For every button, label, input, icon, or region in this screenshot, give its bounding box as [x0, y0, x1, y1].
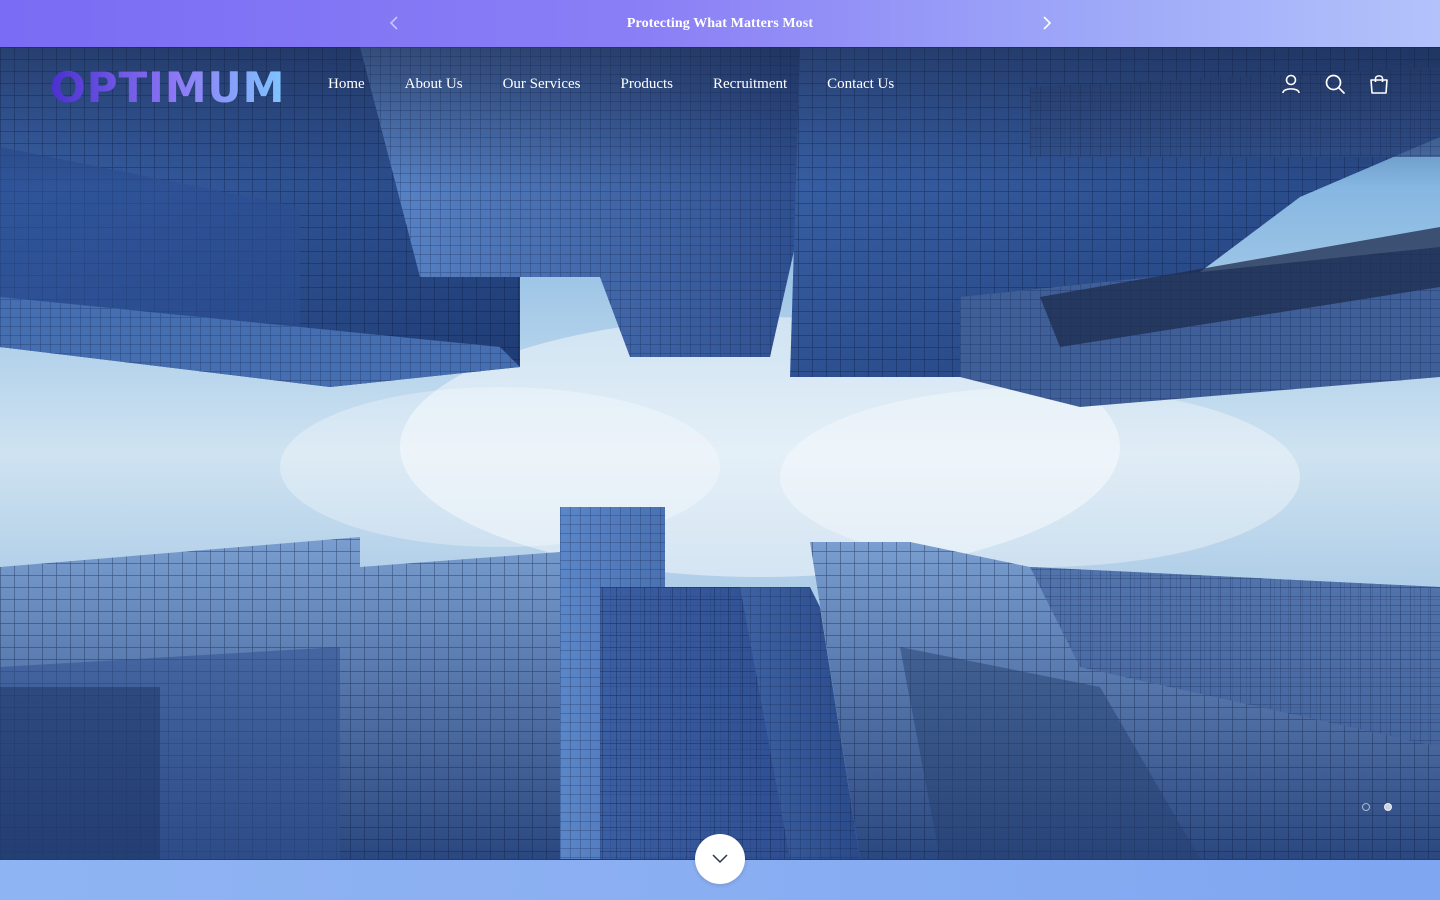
main-navigation: Home About Us Our Services Products Recr…: [328, 74, 894, 94]
optimum-logo[interactable]: OPTIMUM: [50, 64, 290, 108]
scroll-down-button[interactable]: [695, 834, 745, 884]
slide-dot-1[interactable]: [1362, 803, 1370, 811]
hero-image-skyscrapers: [0, 47, 1440, 859]
cart-bag-icon[interactable]: [1367, 72, 1391, 96]
nav-home[interactable]: Home: [328, 74, 365, 94]
chevron-right-icon[interactable]: [1036, 12, 1058, 34]
nav-contact-us[interactable]: Contact Us: [827, 74, 894, 94]
hero-slideshow: OPTIMUM: [0, 47, 1440, 859]
chevron-down-icon: [712, 854, 728, 864]
nav-products[interactable]: Products: [621, 74, 674, 94]
nav-our-services[interactable]: Our Services: [503, 74, 581, 94]
chevron-left-icon[interactable]: [383, 12, 405, 34]
logo-text: OPTIMUM: [50, 64, 285, 108]
announcement-message[interactable]: Protecting What Matters Most: [627, 16, 813, 32]
header-icons: [1279, 72, 1391, 96]
account-icon[interactable]: [1279, 72, 1303, 96]
nav-recruitment[interactable]: Recruitment: [713, 74, 787, 94]
nav-about-us[interactable]: About Us: [405, 74, 463, 94]
slide-dot-2[interactable]: [1384, 803, 1392, 811]
slide-pagination: [1362, 803, 1392, 811]
announcement-bar: Protecting What Matters Most: [0, 0, 1440, 47]
search-icon[interactable]: [1323, 72, 1347, 96]
